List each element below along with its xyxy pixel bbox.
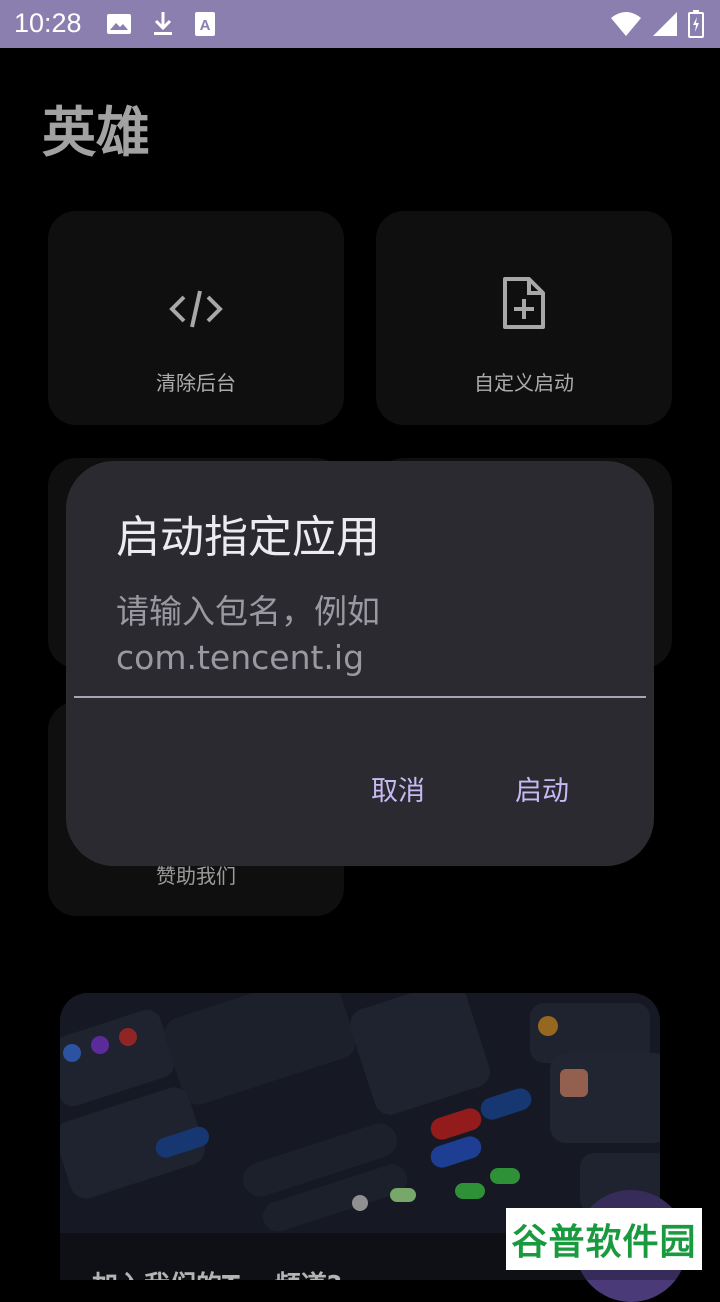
status-bar: 10:28 A [0, 0, 720, 48]
placeholder-line-2: com.tencent.ig [116, 638, 365, 677]
launch-button[interactable]: 启动 [515, 769, 569, 808]
placeholder-line-1: 请输入包名，例如 [116, 592, 380, 631]
dialog-title: 启动指定应用 [116, 512, 380, 563]
svg-text:A: A [200, 17, 211, 34]
package-name-input[interactable]: 请输入包名，例如 com.tencent.ig [116, 589, 616, 681]
wifi-icon [611, 12, 641, 36]
status-notification-icons: A [106, 11, 216, 37]
font-icon: A [195, 12, 215, 36]
signal-icon [653, 12, 677, 36]
cancel-button[interactable]: 取消 [371, 769, 425, 808]
watermark-logo: 谷普软件园 [506, 1208, 702, 1270]
battery-icon [688, 10, 704, 38]
status-system-icons [610, 10, 704, 38]
download-icon [154, 12, 172, 35]
launch-app-dialog: 启动指定应用 请输入包名，例如 com.tencent.ig 取消 启动 [66, 461, 654, 866]
input-underline [74, 696, 646, 698]
status-time: 10:28 [14, 8, 82, 38]
image-icon [107, 14, 131, 34]
